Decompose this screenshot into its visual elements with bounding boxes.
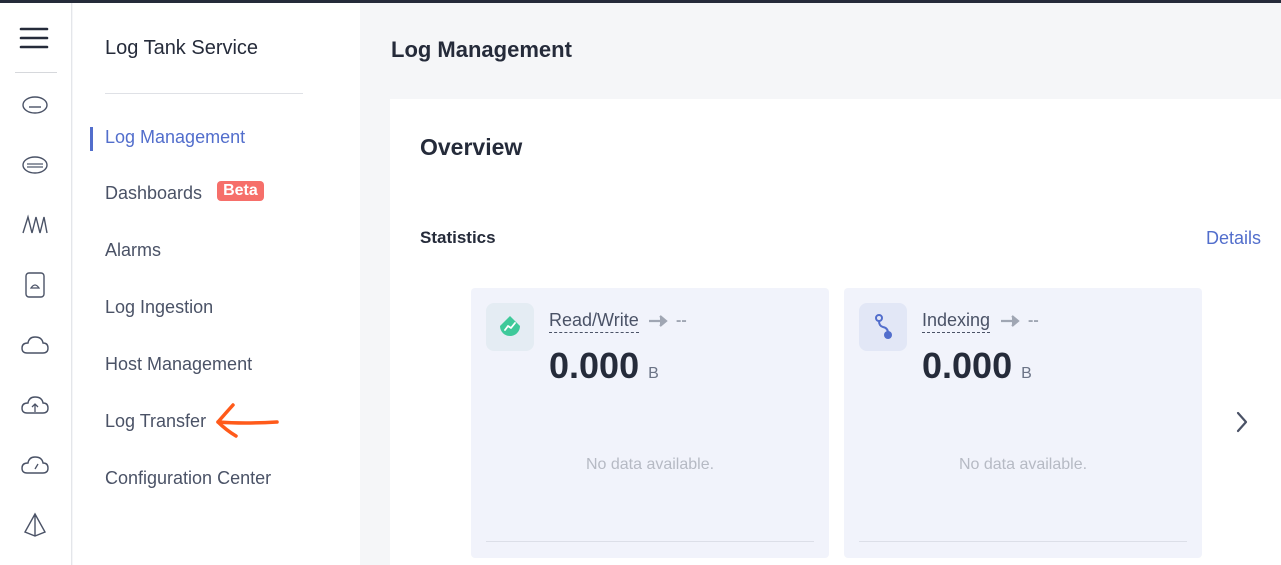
trend-indicator: -- [1000, 312, 1039, 330]
overview-title: Overview [420, 134, 523, 160]
service-sidebar: Log Tank Service Log Management Dashboar… [73, 3, 360, 565]
cloud-gauge-icon[interactable] [19, 449, 51, 481]
database-icon[interactable] [19, 149, 51, 181]
sidebar-item-dashboards[interactable]: Dashboards Beta [105, 180, 264, 204]
card-metric-name[interactable]: Indexing [922, 310, 991, 333]
page-title: Log Management [391, 37, 572, 62]
trend-arrow-icon [649, 315, 668, 327]
chevron-right-icon[interactable] [1232, 410, 1252, 439]
card-metric-name[interactable]: Read/Write [549, 310, 639, 333]
statistics-label: Statistics [420, 228, 496, 247]
beta-badge: Beta [217, 180, 264, 201]
service-title: Log Tank Service [105, 37, 259, 59]
device-icon[interactable] [19, 269, 51, 301]
trend-arrow-icon [1001, 315, 1020, 327]
sidebar-item-host-management[interactable]: Host Management [105, 354, 252, 375]
sidebar-item-log-management[interactable]: Log Management [105, 127, 245, 148]
sidebar-item-label: Configuration Center [105, 468, 272, 488]
cloud-upload-icon[interactable] [19, 389, 51, 421]
trend-value: -- [1028, 312, 1039, 329]
details-link[interactable]: Details [1206, 228, 1261, 249]
sidebar-item-label: Dashboards [105, 183, 203, 203]
rail-divider [15, 72, 57, 73]
sidebar-item-label: Log Ingestion [105, 297, 214, 317]
overview-panel: Overview Statistics Details Read/Write -… [390, 99, 1281, 565]
card-divider [486, 541, 814, 542]
no-data-message: No data available. [958, 456, 1088, 473]
sidebar-item-label: Log Transfer [105, 411, 207, 431]
trend-value: -- [676, 312, 687, 329]
sidebar-item-configuration-center[interactable]: Configuration Center [105, 468, 271, 489]
sidebar-item-log-transfer[interactable]: Log Transfer [105, 411, 206, 432]
metric-number: 0.000 [922, 345, 1013, 386]
icon-rail [0, 3, 72, 565]
sidebar-item-label: Alarms [105, 240, 162, 260]
metric-unit: B [648, 365, 659, 382]
indexing-icon [859, 303, 907, 351]
active-indicator [90, 127, 93, 151]
waveform-icon[interactable] [19, 209, 51, 241]
sidebar-item-label: Host Management [105, 354, 253, 374]
annotation-arrow-icon [214, 399, 284, 446]
metric-value: 0.000 B [549, 345, 659, 387]
metric-unit: B [1021, 365, 1032, 382]
sidebar-item-log-ingestion[interactable]: Log Ingestion [105, 297, 213, 318]
indexing-card: Indexing -- 0.000 B No data available. [844, 288, 1202, 558]
no-data-message: No data available. [585, 456, 715, 473]
metric-value: 0.000 B [922, 345, 1032, 387]
sidebar-item-alarms[interactable]: Alarms [105, 240, 161, 261]
pyramid-icon[interactable] [19, 509, 51, 541]
read-write-card: Read/Write -- 0.000 B No data available. [471, 288, 829, 558]
sidebar-divider [105, 93, 303, 94]
storage-icon[interactable] [19, 89, 51, 121]
trend-indicator: -- [648, 312, 687, 330]
read-write-icon [486, 303, 534, 351]
cloud-icon[interactable] [19, 329, 51, 361]
menu-icon[interactable] [14, 21, 54, 55]
sidebar-item-label: Log Management [105, 127, 246, 147]
metric-number: 0.000 [549, 345, 640, 386]
card-divider [859, 541, 1187, 542]
